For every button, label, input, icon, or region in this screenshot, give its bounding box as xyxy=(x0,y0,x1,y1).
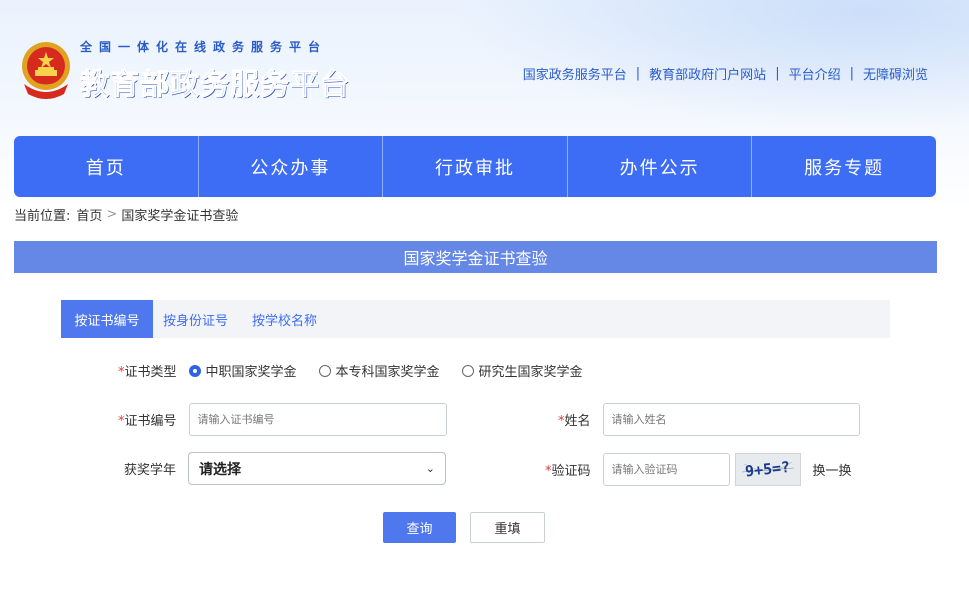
link-moe-portal[interactable]: 教育部政府门户网站 xyxy=(649,64,766,83)
captcha-text: 9+5=? xyxy=(744,458,791,481)
cert-number-input[interactable] xyxy=(188,403,447,436)
cert-number-row: *证书编号 xyxy=(118,403,447,436)
name-label: *姓名 xyxy=(558,414,591,429)
radio-graduate[interactable]: 研究生国家奖学金 xyxy=(461,361,583,380)
link-accessibility[interactable]: 无障碍浏览 xyxy=(863,64,928,83)
captcha-input[interactable] xyxy=(602,453,730,486)
year-row: 获奖学年 请选择 ⌄ xyxy=(124,452,447,485)
nav-case-publicity[interactable]: 办件公示 xyxy=(568,136,753,197)
radio-unchecked-icon xyxy=(461,364,474,377)
cert-type-row: *证书类型 中职国家奖学金 本专科国家奖学金 研究生国家奖学金 xyxy=(118,361,605,380)
link-separator: | xyxy=(635,66,641,81)
breadcrumb-separator: > xyxy=(106,207,118,222)
page-title: 国家奖学金证书查验 xyxy=(14,241,937,273)
search-tabs: 按证书编号 按身份证号 按学校名称 xyxy=(61,300,890,338)
radio-checked-icon xyxy=(188,364,201,377)
name-row: *姓名 xyxy=(558,403,860,436)
captcha-label: *验证码 xyxy=(545,464,591,479)
cert-type-label: *证书类型 xyxy=(118,365,177,380)
tab-by-id-number[interactable]: 按身份证号 xyxy=(153,300,238,338)
link-separator: | xyxy=(849,66,854,81)
year-select-value: 请选择 xyxy=(199,461,242,478)
year-label: 获奖学年 xyxy=(124,463,177,478)
breadcrumb: 当前位置: 首页 > 国家奖学金证书查验 xyxy=(14,205,238,224)
link-separator: | xyxy=(775,66,780,81)
main-nav: 首页 公众办事 行政审批 办件公示 服务专题 xyxy=(14,136,936,197)
captcha-row: *验证码 9+5=? 换一换 xyxy=(545,453,852,486)
captcha-refresh-link[interactable]: 换一换 xyxy=(813,460,852,479)
nav-public-services[interactable]: 公众办事 xyxy=(199,136,384,197)
site-logo[interactable]: 全国一体化在线政务服务平台 教育部政务服务平台 xyxy=(18,38,350,103)
radio-secondary-vocational[interactable]: 中职国家奖学金 xyxy=(188,361,297,380)
reset-button[interactable]: 重填 xyxy=(470,512,545,543)
year-select[interactable]: 请选择 ⌄ xyxy=(188,452,447,485)
captcha-image[interactable]: 9+5=? xyxy=(734,453,801,486)
logo-title: 教育部政务服务平台 xyxy=(79,67,351,102)
tab-by-school-name[interactable]: 按学校名称 xyxy=(242,300,327,338)
link-platform-intro[interactable]: 平台介绍 xyxy=(789,64,841,83)
breadcrumb-home[interactable]: 首页 xyxy=(76,205,102,224)
link-national-gov-service[interactable]: 国家政务服务平台 xyxy=(523,64,627,83)
radio-unchecked-icon xyxy=(318,364,331,377)
nav-home[interactable]: 首页 xyxy=(14,136,199,197)
chevron-down-icon: ⌄ xyxy=(425,462,436,475)
national-emblem-icon xyxy=(18,40,74,102)
cert-number-label: *证书编号 xyxy=(118,414,177,429)
query-button[interactable]: 查询 xyxy=(383,512,456,543)
nav-admin-approval[interactable]: 行政审批 xyxy=(383,136,568,197)
logo-subtitle: 全国一体化在线政务服务平台 xyxy=(80,40,328,54)
name-input[interactable] xyxy=(602,403,860,436)
top-links: 国家政务服务平台 | 教育部政府门户网站 | 平台介绍 | 无障碍浏览 xyxy=(523,64,928,83)
breadcrumb-prefix: 当前位置: xyxy=(14,209,71,224)
breadcrumb-current: 国家奖学金证书查验 xyxy=(121,209,239,224)
radio-undergraduate[interactable]: 本专科国家奖学金 xyxy=(318,361,440,380)
nav-service-topics[interactable]: 服务专题 xyxy=(752,136,936,197)
tab-by-cert-number[interactable]: 按证书编号 xyxy=(61,300,153,338)
